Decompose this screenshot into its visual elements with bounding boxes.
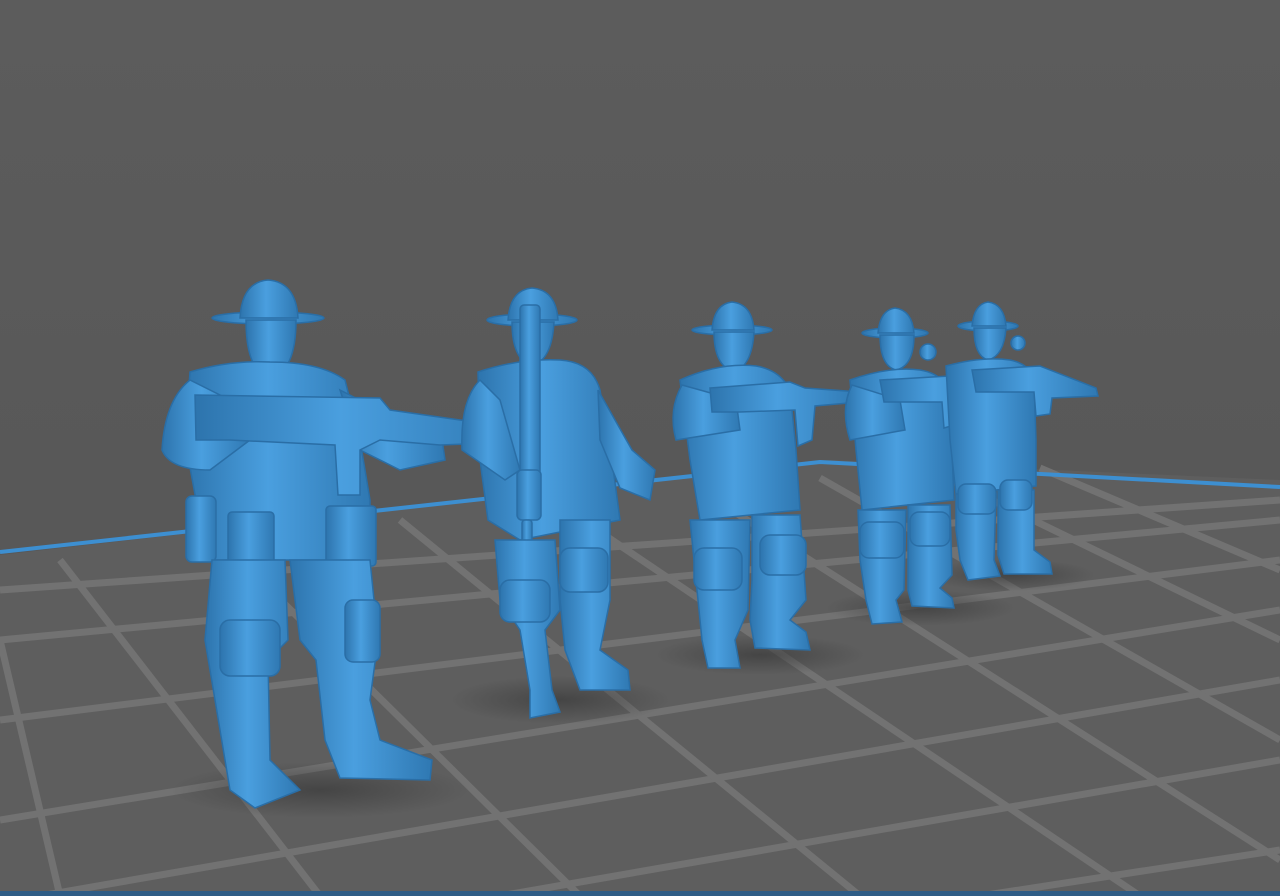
3d-viewport[interactable] xyxy=(0,0,1280,896)
viewport-bottom-edge xyxy=(0,891,1280,896)
scene-canvas[interactable] xyxy=(0,0,1280,896)
